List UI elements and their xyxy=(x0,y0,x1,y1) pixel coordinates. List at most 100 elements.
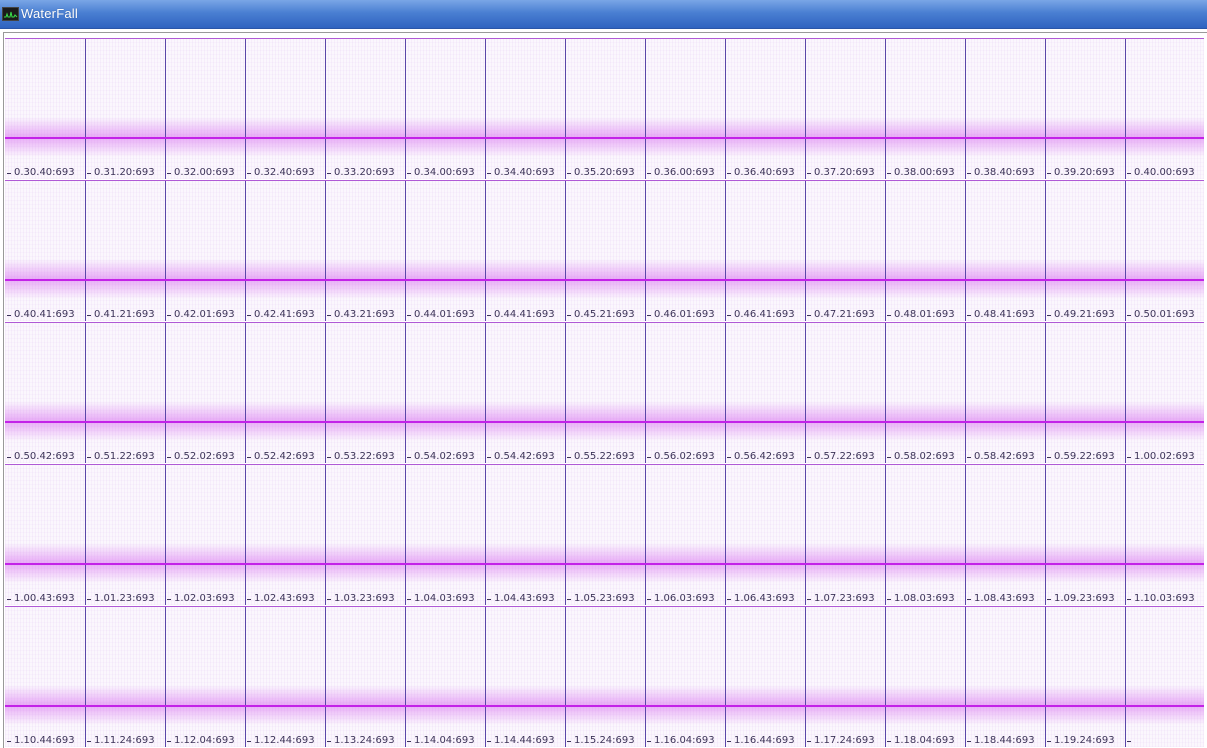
waterfall-cell[interactable]: 0.54.42:693 xyxy=(485,323,565,463)
cell-divider xyxy=(565,323,566,463)
time-tick xyxy=(1047,315,1051,316)
waterfall-cell[interactable]: 1.02.43:693 xyxy=(245,465,325,605)
waterfall-cell[interactable]: 1.14.44:693 xyxy=(485,607,565,747)
waterfall-cell[interactable]: 0.46.01:693 xyxy=(645,181,725,321)
waterfall-cell[interactable]: 1.16.04:693 xyxy=(645,607,725,747)
waterfall-cell[interactable]: 0.45.21:693 xyxy=(565,181,645,321)
waterfall-cell[interactable]: 1.11.24:693 xyxy=(85,607,165,747)
waterfall-cell[interactable]: 1.01.23:693 xyxy=(85,465,165,605)
waterfall-cell[interactable]: 1.04.43:693 xyxy=(485,465,565,605)
waterfall-cell[interactable]: 1.09.23:693 xyxy=(1045,465,1125,605)
waterfall-cell[interactable]: 1.05.23:693 xyxy=(565,465,645,605)
spectrum-noise xyxy=(1045,39,1125,179)
spectrum-noise xyxy=(805,465,885,605)
waterfall-cell[interactable]: 0.32.40:693 xyxy=(245,39,325,179)
waterfall-cell[interactable]: 1.10.44:693 xyxy=(5,607,85,747)
waterfall-cell[interactable]: 0.50.42:693 xyxy=(5,323,85,463)
waterfall-cell[interactable]: 0.39.20:693 xyxy=(1045,39,1125,179)
time-tick xyxy=(807,457,811,458)
waterfall-cell[interactable]: 0.54.02:693 xyxy=(405,323,485,463)
waterfall-cell[interactable]: 0.32.00:693 xyxy=(165,39,245,179)
waterfall-cell[interactable]: 0.53.22:693 xyxy=(325,323,405,463)
waterfall-cell[interactable]: 0.42.41:693 xyxy=(245,181,325,321)
waterfall-cell[interactable]: 1.18.44:693 xyxy=(965,607,1045,747)
waterfall-cell[interactable]: 1.00.02:693 xyxy=(1125,323,1204,463)
timestamp-label: 1.18.04:693 xyxy=(894,735,955,746)
waterfall-cell[interactable]: 0.59.22:693 xyxy=(1045,323,1125,463)
waterfall-cell[interactable]: 1.06.43:693 xyxy=(725,465,805,605)
waterfall-cell[interactable]: 1.12.04:693 xyxy=(165,607,245,747)
waterfall-cell[interactable]: 0.55.22:693 xyxy=(565,323,645,463)
waterfall-cell[interactable]: 0.57.22:693 xyxy=(805,323,885,463)
waterfall-cell[interactable]: 1.12.44:693 xyxy=(245,607,325,747)
waterfall-cell[interactable]: 0.36.40:693 xyxy=(725,39,805,179)
cell-divider xyxy=(245,181,246,321)
waterfall-cell[interactable]: 0.30.40:693 xyxy=(5,39,85,179)
time-tick xyxy=(567,741,571,742)
timestamp-label: 1.00.43:693 xyxy=(14,593,75,604)
waterfall-cell[interactable]: 0.49.21:693 xyxy=(1045,181,1125,321)
spectrum-noise xyxy=(405,323,485,463)
spectrum-noise xyxy=(885,607,965,747)
waterfall-cell[interactable]: 1.18.04:693 xyxy=(885,607,965,747)
waterfall-cell[interactable]: 0.48.01:693 xyxy=(885,181,965,321)
waterfall-cell[interactable]: 0.56.02:693 xyxy=(645,323,725,463)
waterfall-cell[interactable]: 1.04.03:693 xyxy=(405,465,485,605)
time-tick xyxy=(1127,599,1131,600)
waterfall-cell[interactable]: 0.44.41:693 xyxy=(485,181,565,321)
waterfall-cell[interactable]: 0.44.01:693 xyxy=(405,181,485,321)
waterfall-cell[interactable]: 0.38.40:693 xyxy=(965,39,1045,179)
waterfall-cell[interactable]: 1.19.24:693 xyxy=(1045,607,1125,747)
waterfall-cell[interactable]: 1.08.03:693 xyxy=(885,465,965,605)
time-tick xyxy=(807,315,811,316)
waterfall-cell[interactable]: 1.13.24:693 xyxy=(325,607,405,747)
waterfall-cell[interactable]: 0.58.02:693 xyxy=(885,323,965,463)
waterfall-cell[interactable]: 0.42.01:693 xyxy=(165,181,245,321)
waterfall-cell[interactable]: 1.00.43:693 xyxy=(5,465,85,605)
waterfall-cell[interactable]: 0.50.01:693 xyxy=(1125,181,1204,321)
time-tick xyxy=(727,173,731,174)
waterfall-cell[interactable]: 0.52.42:693 xyxy=(245,323,325,463)
waterfall-cell[interactable]: 0.41.21:693 xyxy=(85,181,165,321)
waterfall-cell[interactable]: 1.08.43:693 xyxy=(965,465,1045,605)
waterfall-cell[interactable]: 1.14.04:693 xyxy=(405,607,485,747)
waterfall-cell[interactable]: 0.33.20:693 xyxy=(325,39,405,179)
waterfall-cell[interactable]: 0.37.20:693 xyxy=(805,39,885,179)
waterfall-cell[interactable]: 1.06.03:693 xyxy=(645,465,725,605)
waterfall-cell[interactable]: 1.16.44:693 xyxy=(725,607,805,747)
waterfall-cell[interactable]: 0.36.00:693 xyxy=(645,39,725,179)
title-bar[interactable]: WaterFall xyxy=(0,0,1207,29)
waterfall-cell[interactable]: 1.15.24:693 xyxy=(565,607,645,747)
time-tick xyxy=(887,315,891,316)
waterfall-cell[interactable]: 0.43.21:693 xyxy=(325,181,405,321)
timestamp-label: 0.55.22:693 xyxy=(574,451,635,462)
waterfall-cell[interactable]: 0.40.41:693 xyxy=(5,181,85,321)
waterfall-cell[interactable]: 0.31.20:693 xyxy=(85,39,165,179)
waterfall-cell[interactable]: 0.38.00:693 xyxy=(885,39,965,179)
waterfall-cell[interactable]: 0.46.41:693 xyxy=(725,181,805,321)
waterfall-cell[interactable]: 1.02.03:693 xyxy=(165,465,245,605)
waterfall-cell[interactable]: 0.48.41:693 xyxy=(965,181,1045,321)
spectrum-noise xyxy=(565,39,645,179)
waterfall-cell[interactable]: 1.10.03:693 xyxy=(1125,465,1204,605)
cell-divider xyxy=(325,181,326,321)
waterfall-cell[interactable]: 1.03.23:693 xyxy=(325,465,405,605)
time-tick xyxy=(967,457,971,458)
waterfall-cell[interactable]: 0.35.20:693 xyxy=(565,39,645,179)
waterfall-cell[interactable] xyxy=(1125,607,1204,747)
waterfall-cell[interactable]: 0.40.00:693 xyxy=(1125,39,1204,179)
timestamp-label: 0.51.22:693 xyxy=(94,451,155,462)
waterfall-cell[interactable]: 0.58.42:693 xyxy=(965,323,1045,463)
waterfall-display[interactable]: 0.30.40:693 0.31.20:693 0.32.00:693 0.32.40… xyxy=(3,32,1207,748)
time-tick xyxy=(967,173,971,174)
waterfall-cell[interactable]: 0.34.40:693 xyxy=(485,39,565,179)
spectrum-noise xyxy=(805,607,885,747)
waterfall-cell[interactable]: 1.17.24:693 xyxy=(805,607,885,747)
waterfall-cell[interactable]: 0.52.02:693 xyxy=(165,323,245,463)
waterfall-cell[interactable]: 0.56.42:693 xyxy=(725,323,805,463)
waterfall-cell[interactable]: 0.34.00:693 xyxy=(405,39,485,179)
timestamp-label: 1.14.44:693 xyxy=(494,735,555,746)
waterfall-cell[interactable]: 1.07.23:693 xyxy=(805,465,885,605)
waterfall-cell[interactable]: 0.51.22:693 xyxy=(85,323,165,463)
waterfall-cell[interactable]: 0.47.21:693 xyxy=(805,181,885,321)
